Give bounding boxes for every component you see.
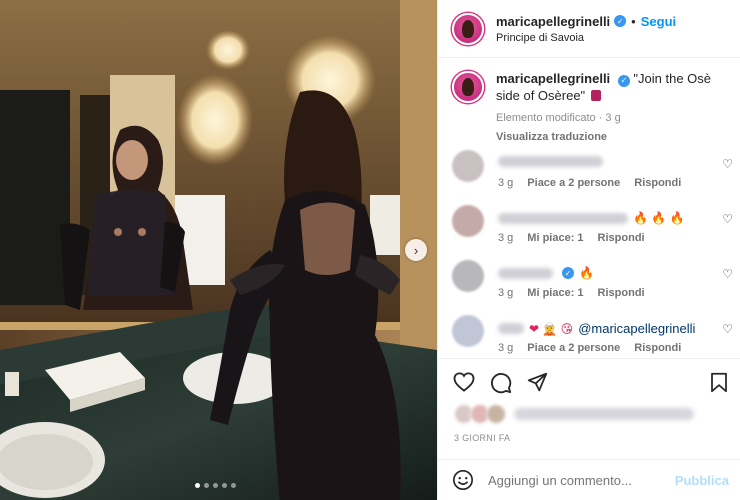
commenter-avatar[interactable]: [452, 150, 484, 182]
post-header: maricapellegrinelli ✓ • Segui Principe d…: [438, 0, 740, 58]
reply-button[interactable]: Rispondi: [634, 342, 681, 354]
comment-time: 3 g: [498, 232, 514, 244]
comment-item: 3 g Piace a 2 persone Rispondi ♡: [452, 150, 737, 196]
follow-button[interactable]: Segui: [641, 14, 676, 29]
heart-icon[interactable]: [453, 372, 475, 392]
carousel-dot: [231, 483, 236, 488]
comment-item: ✓ 🔥 3 g Mi piace: 1 Rispondi ♡: [452, 260, 737, 306]
comment-composer: Pubblica: [438, 459, 740, 500]
comment-time: 3 g: [498, 177, 514, 189]
heart-icon[interactable]: ♡: [722, 322, 733, 336]
likes-summary[interactable]: [454, 404, 694, 424]
verified-badge-icon: ✓: [562, 267, 574, 279]
separator: •: [631, 13, 636, 29]
comment-emoji: 🔥 🔥 🔥: [633, 211, 685, 225]
photo-illustration: [0, 0, 437, 500]
heart-icon[interactable]: ♡: [722, 157, 733, 171]
comment-likes[interactable]: Mi piace: 1: [527, 287, 583, 299]
commenter-name-blurred[interactable]: [498, 212, 628, 224]
carousel-dot: [213, 483, 218, 488]
post-date[interactable]: 3 GIORNI FA: [454, 433, 510, 443]
comment-item: 🔥 🔥 🔥 3 g Mi piace: 1 Rispondi ♡: [452, 205, 737, 251]
post-caption: maricapellegrinelli ✓ "Join the Osè side…: [438, 58, 740, 146]
edited-label: Elemento modificato · 3 g: [496, 112, 621, 124]
comment-emoji: ❤ 🧝 😘: [529, 321, 574, 336]
verified-badge-icon: ✓: [617, 74, 630, 87]
carousel-next-button[interactable]: ›: [405, 239, 427, 261]
comment-mention[interactable]: @maricapellegrinelli: [578, 321, 695, 336]
carousel-indicator: [195, 483, 236, 488]
comment-likes[interactable]: Piace a 2 persone: [527, 177, 620, 189]
liker-avatar: [486, 404, 506, 424]
comment-input[interactable]: [488, 472, 668, 488]
commenter-name-blurred[interactable]: [498, 156, 603, 167]
carousel-dot: [195, 483, 200, 488]
publish-button[interactable]: Pubblica: [675, 473, 729, 488]
comment-emoji: 🔥: [579, 266, 594, 280]
heart-icon[interactable]: ♡: [722, 267, 733, 281]
translate-link[interactable]: Visualizza traduzione: [496, 129, 726, 146]
share-icon[interactable]: [527, 372, 548, 393]
carousel-dot: [222, 483, 227, 488]
heart-icon[interactable]: ♡: [722, 212, 733, 226]
commenter-name-blurred[interactable]: [498, 323, 524, 334]
action-bar: [438, 358, 740, 404]
post-location[interactable]: Principe di Savoia: [496, 32, 676, 44]
commenter-name-blurred[interactable]: [498, 267, 553, 279]
reply-button[interactable]: Rispondi: [598, 287, 645, 299]
reply-button[interactable]: Rispondi: [598, 232, 645, 244]
comment-item: ❤ 🧝 😘 @maricapellegrinelli 3 g Piace a 2…: [452, 315, 737, 361]
author-avatar[interactable]: [452, 12, 484, 45]
comment-likes[interactable]: Mi piace: 1: [527, 232, 583, 244]
post-side-panel: maricapellegrinelli ✓ • Segui Principe d…: [437, 0, 740, 500]
commenter-avatar[interactable]: [452, 205, 484, 237]
emoji-icon[interactable]: [452, 469, 474, 491]
comment-likes[interactable]: Piace a 2 persone: [527, 342, 620, 354]
reply-button[interactable]: Rispondi: [634, 177, 681, 189]
verified-badge-icon: ✓: [614, 15, 627, 27]
likes-text-blurred: [514, 408, 694, 420]
emoji-icon: [590, 90, 601, 101]
commenter-avatar[interactable]: [452, 260, 484, 292]
author-username[interactable]: maricapellegrinelli: [496, 14, 610, 29]
carousel-dot: [204, 483, 209, 488]
bookmark-icon[interactable]: [710, 372, 728, 393]
commenter-avatar[interactable]: [452, 315, 484, 347]
comment-time: 3 g: [498, 287, 514, 299]
comment-time: 3 g: [498, 342, 514, 354]
caption-username[interactable]: maricapellegrinelli: [496, 71, 610, 86]
chevron-right-icon: ›: [413, 242, 419, 258]
caption-avatar[interactable]: [452, 71, 484, 103]
comment-icon[interactable]: [490, 372, 512, 394]
post-photo[interactable]: ›: [0, 0, 437, 500]
